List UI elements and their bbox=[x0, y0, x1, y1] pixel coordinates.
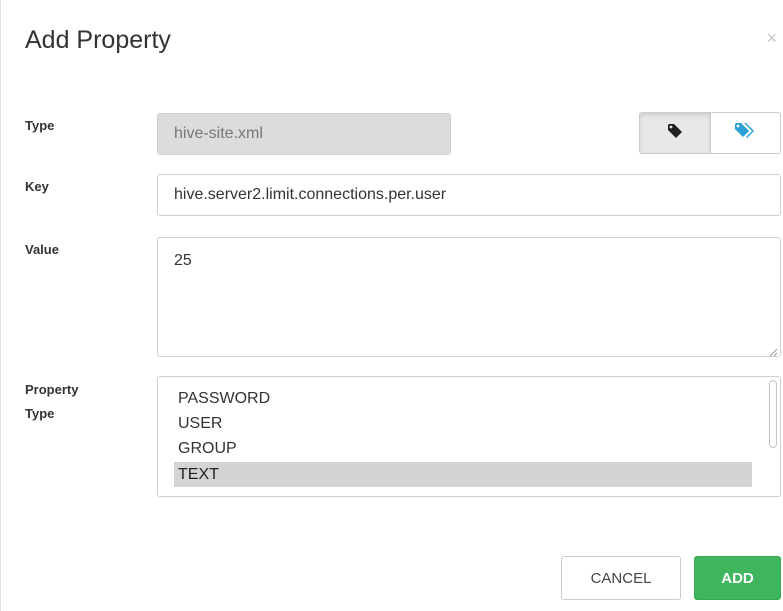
type-field: hive-site.xml bbox=[157, 113, 451, 155]
multi-tag-toggle[interactable] bbox=[711, 113, 781, 153]
tag-icon bbox=[667, 123, 683, 144]
value-label: Value bbox=[25, 242, 59, 257]
key-input-value: hive.server2.limit.connections.per.user bbox=[174, 186, 447, 203]
type-label: Type bbox=[25, 118, 55, 133]
property-type-listbox[interactable]: PASSWORD USER GROUP TEXT bbox=[157, 376, 781, 497]
tag-toggle-group bbox=[639, 112, 781, 154]
property-type-label-line2: Type bbox=[25, 406, 55, 421]
add-button[interactable]: ADD bbox=[694, 556, 781, 600]
dialog-title: Add Property bbox=[25, 26, 171, 54]
resize-grip-icon[interactable] bbox=[768, 344, 778, 357]
type-field-value: hive-site.xml bbox=[174, 125, 263, 142]
value-textarea-content: 25 bbox=[174, 252, 192, 269]
property-type-label: Property Type bbox=[25, 378, 78, 426]
option-text[interactable]: TEXT bbox=[174, 462, 752, 487]
option-user[interactable]: USER bbox=[174, 411, 752, 436]
cancel-button[interactable]: CANCEL bbox=[561, 556, 681, 600]
option-password[interactable]: PASSWORD bbox=[174, 386, 752, 411]
key-input[interactable]: hive.server2.limit.connections.per.user bbox=[157, 174, 781, 216]
close-icon[interactable]: × bbox=[766, 28, 777, 48]
property-type-label-line1: Property bbox=[25, 382, 79, 397]
key-label: Key bbox=[25, 179, 49, 194]
listbox-scrollbar[interactable] bbox=[769, 380, 777, 448]
tags-icon bbox=[734, 122, 756, 145]
option-group[interactable]: GROUP bbox=[174, 436, 752, 461]
value-textarea[interactable]: 25 bbox=[157, 237, 781, 357]
single-tag-toggle[interactable] bbox=[640, 113, 711, 153]
add-property-dialog: Add Property × Type hive-site.xml Key hi… bbox=[0, 0, 783, 611]
